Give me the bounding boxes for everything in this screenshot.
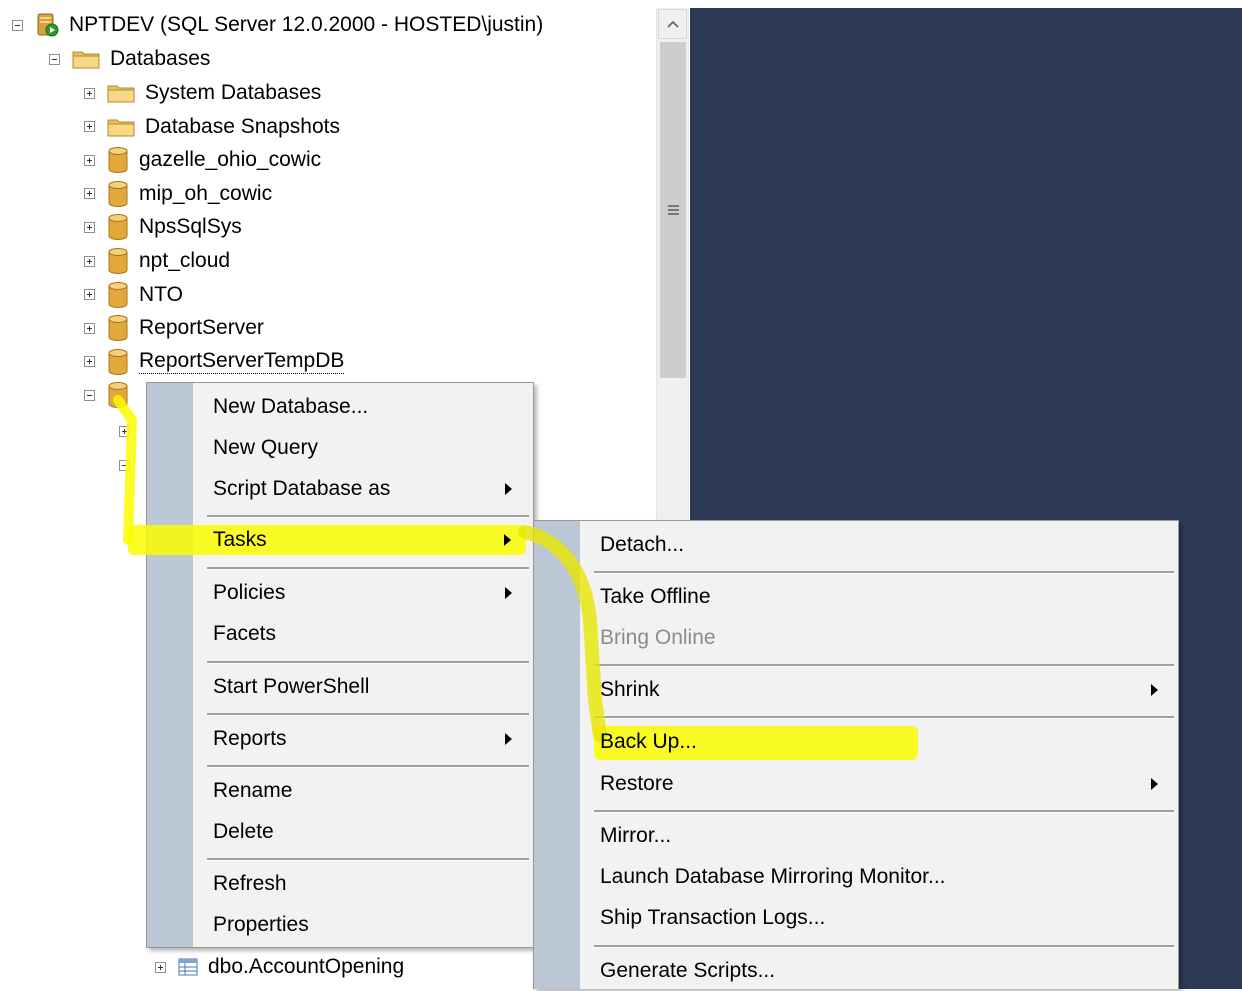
menu-item-back-up-highlighted[interactable]: Back Up...	[600, 722, 697, 762]
submenu-arrow-icon	[504, 534, 511, 546]
menu-item-tasks-highlighted[interactable]: Tasks	[213, 520, 267, 560]
highlighter-stroke	[113, 395, 607, 742]
